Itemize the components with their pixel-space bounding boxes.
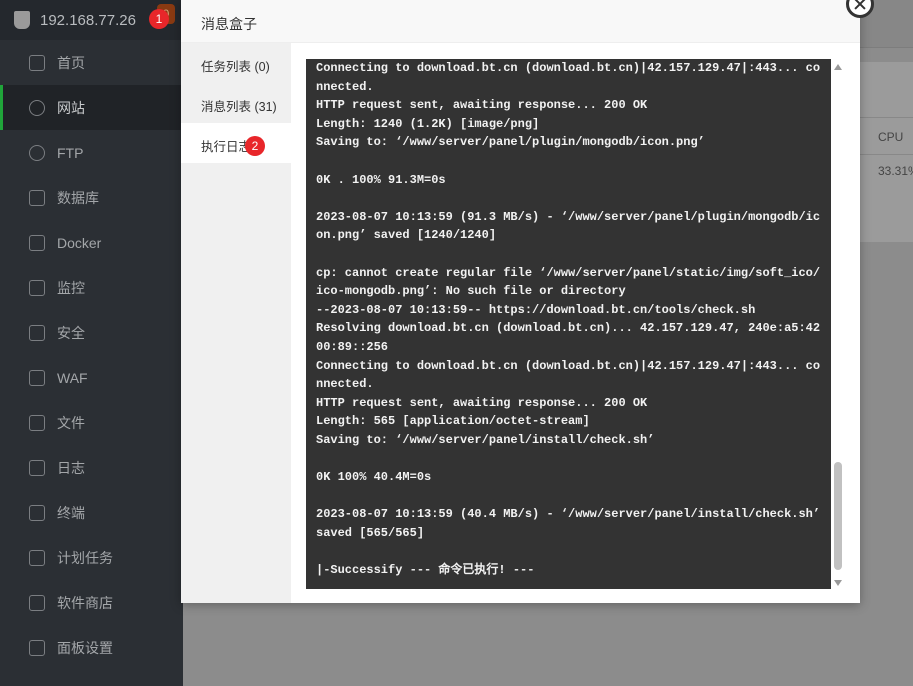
folder-icon: [29, 414, 45, 431]
log-line: HTTP request sent, awaiting response... …: [316, 395, 648, 410]
log-line: Resolving download.bt.cn (download.bt.cn…: [316, 321, 821, 336]
log-line: 2023-08-07 10:13:59 (40.4 MB/s) - ‘/www/…: [316, 507, 821, 522]
sidebar-item-label: 终端: [57, 504, 85, 521]
log-line: Connecting to download.bt.cn (download.b…: [316, 61, 821, 75]
sidebar-item[interactable]: WAF: [0, 355, 183, 400]
tab-message-list[interactable]: 消息列表 (31): [181, 83, 291, 123]
sidebar-item[interactable]: 终端: [0, 490, 183, 535]
scroll-down-icon[interactable]: [834, 580, 842, 586]
annotation-badge: 2: [245, 136, 265, 156]
sidebar-item[interactable]: 安全: [0, 310, 183, 355]
sidebar-item[interactable]: 网站: [0, 85, 183, 130]
log-icon: [29, 459, 45, 476]
log-line: |-Successify --- 命令已执行! ---: [316, 563, 535, 578]
docker-icon: [29, 234, 45, 251]
log-line: Saving to: ‘/www/server/panel/plugin/mon…: [316, 135, 705, 150]
clock-icon: [29, 549, 45, 566]
sidebar-item[interactable]: 面板设置: [0, 625, 183, 670]
logo-icon: [14, 11, 30, 29]
sidebar-item-label: Docker: [57, 234, 102, 251]
home-icon: [29, 54, 45, 71]
sidebar-item[interactable]: 数据库: [0, 175, 183, 220]
log-line: cp: cannot create regular file ‘/www/ser…: [316, 265, 821, 280]
sidebar-item[interactable]: 计划任务: [0, 535, 183, 580]
log-line: ico-mongodb.png’: No such file or direct…: [316, 284, 626, 299]
terminal-icon: [29, 504, 45, 521]
sidebar-item-label: 监控: [57, 279, 85, 296]
sidebar-item-label: 文件: [57, 414, 85, 431]
sidebar-item-label: WAF: [57, 369, 88, 386]
tab-task-list[interactable]: 任务列表 (0): [181, 43, 291, 83]
execution-log-output: Connecting to download.bt.cn (download.b…: [306, 59, 831, 589]
sidebar-item-label: FTP: [57, 144, 84, 161]
modal-tabs: 任务列表 (0) 消息列表 (31) 执行日志: [181, 43, 291, 603]
sidebar-item-label: 日志: [57, 459, 85, 476]
sidebar: 192.168.77.26 0 首页网站FTP数据库Docker监控安全WAF文…: [0, 0, 183, 686]
log-line: on.png’ saved [1240/1240]: [316, 228, 497, 243]
message-box-modal: 消息盒子 任务列表 (0) 消息列表 (31) 执行日志 Connecting …: [181, 0, 860, 603]
log-line: Length: 565 [application/octet-stream]: [316, 414, 590, 429]
cpu-value: 33.31%: [878, 164, 913, 178]
sidebar-item[interactable]: 软件商店: [0, 580, 183, 625]
log-line: 2023-08-07 10:13:59 (91.3 MB/s) - ‘/www/…: [316, 209, 821, 224]
monitor-icon: [29, 279, 45, 296]
sidebar-item-label: 软件商店: [57, 594, 113, 611]
sidebar-item[interactable]: 文件: [0, 400, 183, 445]
log-line: Length: 1240 (1.2K) [image/png]: [316, 116, 540, 131]
background-table: CPU 33.31%: [860, 62, 913, 242]
apps-icon: [29, 594, 45, 611]
server-ip: 192.168.77.26: [40, 11, 136, 29]
log-line: --2023-08-07 10:13:59-- https://download…: [316, 302, 756, 317]
sidebar-item[interactable]: 监控: [0, 265, 183, 310]
log-line: 0K . 100% 91.3M=0s: [316, 172, 446, 187]
sidebar-item-label: 安全: [57, 324, 85, 341]
modal-title: 消息盒子: [181, 0, 860, 43]
sidebar-item-label: 首页: [57, 54, 85, 71]
gear-icon: [29, 639, 45, 656]
sidebar-item[interactable]: 首页: [0, 40, 183, 85]
log-line: Saving to: ‘/www/server/panel/install/ch…: [316, 432, 655, 447]
log-line: HTTP request sent, awaiting response... …: [316, 98, 648, 113]
sidebar-item[interactable]: 日志: [0, 445, 183, 490]
globe-icon: [29, 99, 45, 116]
sidebar-item[interactable]: Docker: [0, 220, 183, 265]
sidebar-item-label: 面板设置: [57, 639, 113, 656]
tab-execution-log[interactable]: 执行日志: [181, 123, 291, 163]
waf-icon: [29, 369, 45, 386]
ftp-icon: [29, 144, 45, 161]
shield-icon: [29, 324, 45, 341]
log-line: saved [565/565]: [316, 525, 425, 540]
sidebar-item-label: 数据库: [57, 189, 99, 206]
database-icon: [29, 189, 45, 206]
log-line: Connecting to download.bt.cn (download.b…: [316, 358, 821, 373]
log-line: 00:89::256: [316, 339, 389, 354]
scrollbar-thumb[interactable]: [834, 462, 842, 570]
cpu-column-header: CPU: [860, 117, 913, 155]
annotation-badge: 1: [149, 9, 169, 29]
sidebar-item-label: 计划任务: [57, 549, 113, 566]
log-line: 0K 100% 40.4M=0s: [316, 470, 432, 485]
scroll-up-icon[interactable]: [834, 64, 842, 70]
log-line: nnected.: [316, 79, 374, 94]
log-scrollbar[interactable]: [831, 59, 845, 589]
log-line: nnected.: [316, 377, 374, 392]
sidebar-item-label: 网站: [57, 99, 85, 116]
sidebar-item[interactable]: FTP: [0, 130, 183, 175]
